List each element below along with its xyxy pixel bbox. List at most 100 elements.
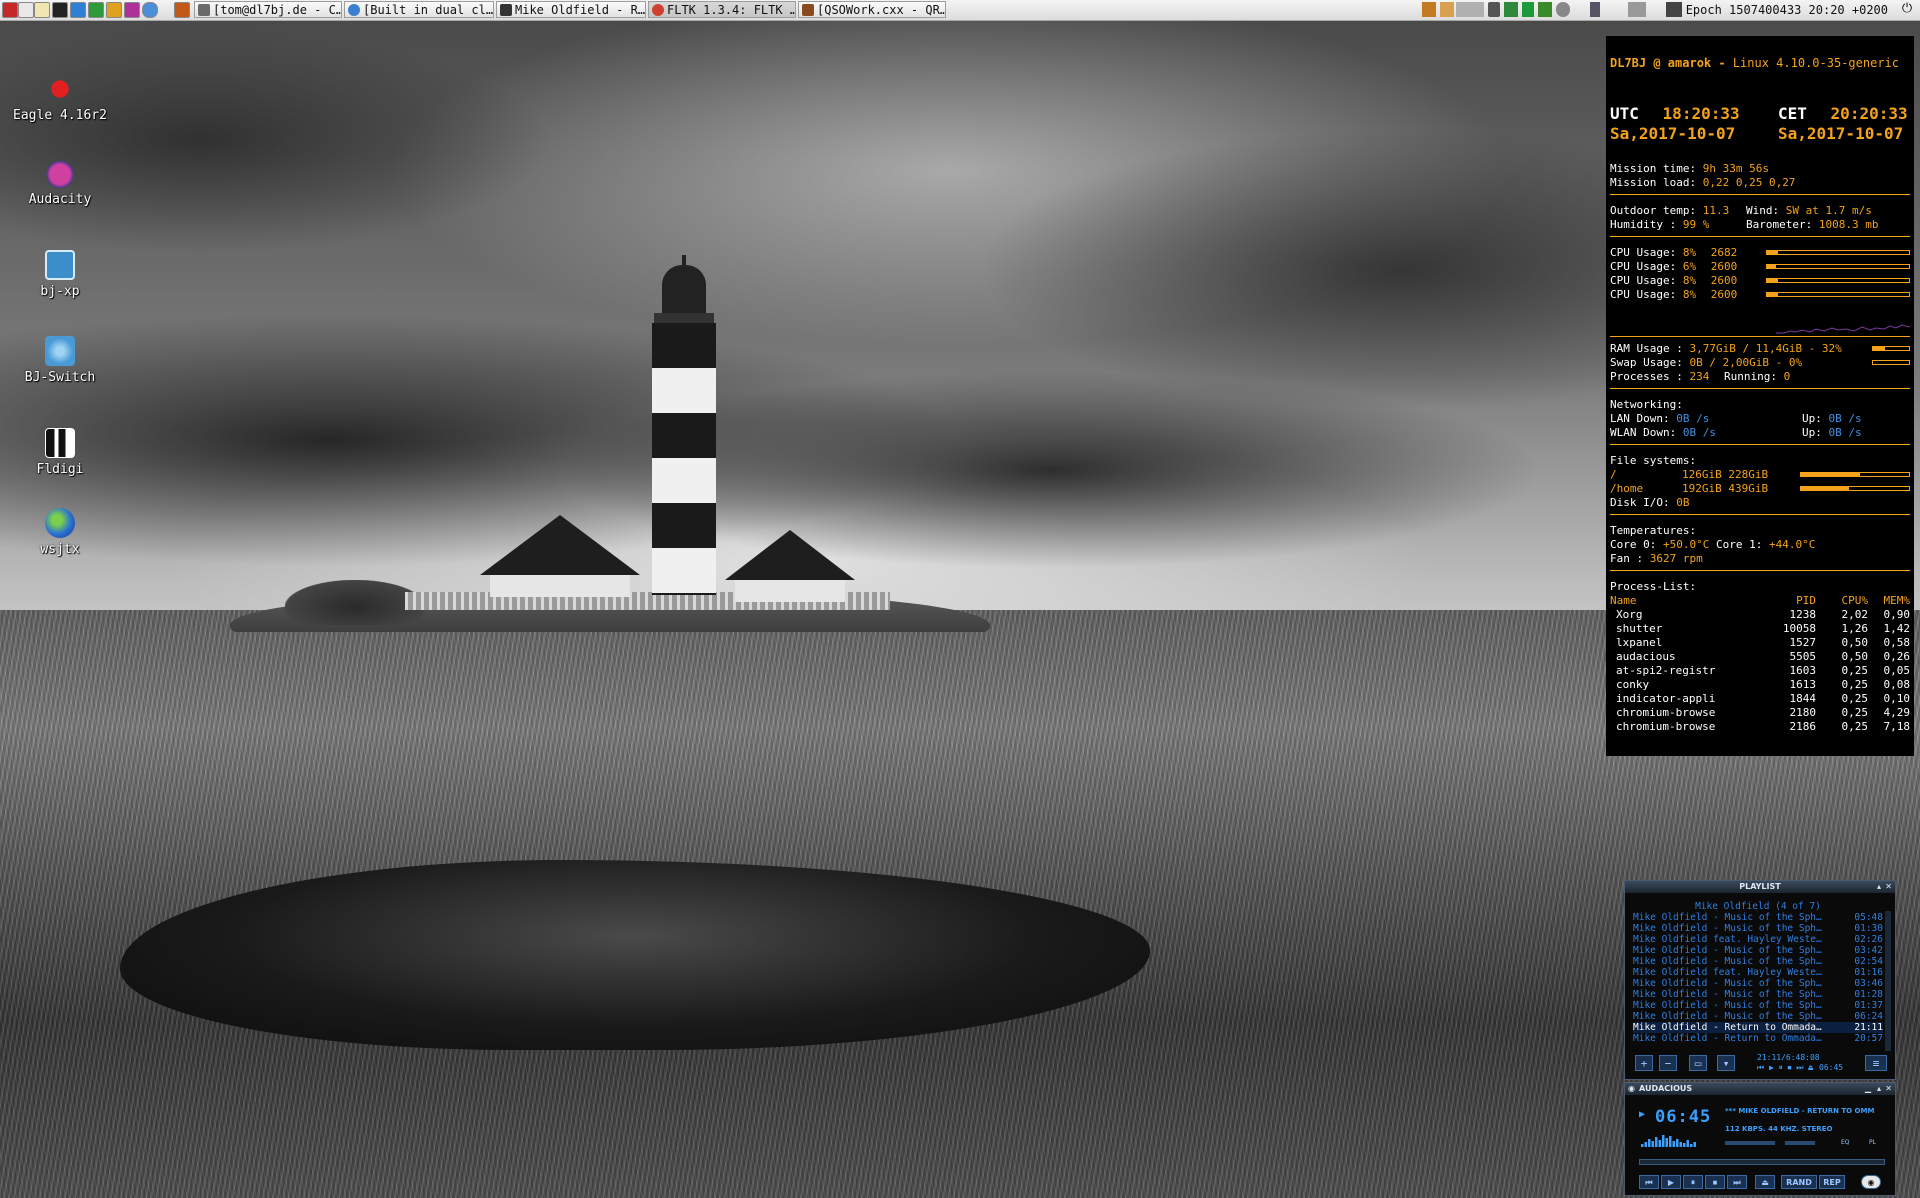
- conky-swap: 0B / 2,00GiB - 0%: [1689, 356, 1803, 369]
- playlist-item[interactable]: Mike Oldfield - Return to Ommada… 20:57: [1633, 1033, 1883, 1044]
- playlist-item[interactable]: Mike Oldfield - Music of the Sph… 05:48: [1633, 912, 1883, 923]
- playlist-titlebar[interactable]: PLAYLIST ▴ ✕: [1625, 881, 1895, 893]
- volume-slider[interactable]: [1725, 1141, 1775, 1145]
- conky-cpu-graph: [1776, 324, 1910, 334]
- misc-button[interactable]: ▾: [1717, 1055, 1735, 1071]
- audacious-logo-icon[interactable]: ◉: [1861, 1175, 1881, 1189]
- eject-button[interactable]: ⏏: [1755, 1175, 1775, 1189]
- visualizer[interactable]: [1641, 1133, 1701, 1147]
- remove-button[interactable]: −: [1659, 1055, 1677, 1071]
- shuffle-button[interactable]: RAND: [1781, 1175, 1817, 1189]
- desktop-icon-wsjtx[interactable]: wsjtx: [10, 508, 110, 557]
- proc-cell-mem: 1,42: [1883, 622, 1911, 635]
- task-mail[interactable]: [tom@dl7bj.de - C…: [194, 1, 342, 18]
- playlist-item[interactable]: Mike Oldfield - Music of the Sph… 06:24: [1633, 1011, 1883, 1022]
- eagle-icon: [45, 74, 75, 104]
- balance-slider[interactable]: [1785, 1141, 1815, 1145]
- bluetooth-icon[interactable]: [1590, 2, 1600, 17]
- app-launcher-icon[interactable]: [174, 2, 190, 18]
- network-icon[interactable]: [1504, 2, 1518, 17]
- proc-cell-pid: 2186: [1789, 720, 1817, 733]
- playlist-item[interactable]: Mike Oldfield - Music of the Sph… 01:30: [1633, 923, 1883, 934]
- power-icon[interactable]: ⏻: [1900, 2, 1914, 16]
- list-options-button[interactable]: ≡: [1865, 1055, 1887, 1071]
- volume-icon[interactable]: [1488, 2, 1500, 17]
- menu-icon[interactable]: ◉: [1628, 1083, 1635, 1095]
- task-editor[interactable]: [QSOWork.cxx - QR…: [798, 1, 946, 18]
- conky-running-label: Running:: [1723, 370, 1777, 383]
- media-icon: [500, 4, 512, 16]
- conky-mission-time: 9h 33m 56s: [1702, 162, 1769, 175]
- conky-wlan-up: 0B /s: [1828, 426, 1862, 439]
- desktop-icon-bj-switch[interactable]: BJ-Switch: [10, 336, 110, 385]
- select-button[interactable]: ▭: [1689, 1055, 1707, 1071]
- desktop-icon-bj-xp[interactable]: bj-xp: [10, 250, 110, 299]
- memory-monitor-icon[interactable]: [1440, 2, 1454, 17]
- playlist-item[interactable]: Mike Oldfield - Return to Ommada… 21:11: [1633, 1022, 1883, 1033]
- next-button[interactable]: ⏭: [1727, 1175, 1747, 1189]
- playlist-item[interactable]: Mike Oldfield feat. Hayley Weste… 02:26: [1633, 934, 1883, 945]
- text-editor-icon[interactable]: [106, 2, 122, 18]
- minimize-icon[interactable]: ▁: [1865, 1083, 1871, 1095]
- keyboard-icon[interactable]: [1628, 2, 1646, 17]
- audacity-icon: [45, 158, 75, 188]
- visualizer-bar: [1644, 1142, 1647, 1147]
- proc-cell-name: audacious: [1616, 650, 1676, 663]
- conky-lan-label: LAN Down:: [1610, 412, 1670, 425]
- desktop-icon-audacity[interactable]: Audacity: [10, 158, 110, 207]
- playlist-item[interactable]: Mike Oldfield - Music of the Sph… 01:37: [1633, 1000, 1883, 1011]
- mini-transport[interactable]: ⏮ ▶ ⏸ ⏹ ⏭ ⏏: [1757, 1063, 1813, 1073]
- notes-icon[interactable]: [34, 2, 50, 18]
- spreadsheet-icon[interactable]: [88, 2, 104, 18]
- file-manager-icon[interactable]: [18, 2, 34, 18]
- cpu-monitor-icon[interactable]: [1422, 2, 1436, 17]
- audacious-titlebar[interactable]: ◉ AUDACIOUS ▁ ▴ ✕: [1625, 1083, 1895, 1095]
- task-chromium-2[interactable]: FLTK 1.3.4: FLTK …: [648, 1, 796, 18]
- audacious-player-window[interactable]: ◉ AUDACIOUS ▁ ▴ ✕ ▶ 06:45 *** MIKE OLDFI…: [1624, 1082, 1896, 1196]
- pause-button[interactable]: ⏸: [1683, 1175, 1703, 1189]
- shade-icon[interactable]: ▴: [1877, 881, 1881, 893]
- terminal-icon[interactable]: [52, 2, 68, 18]
- playlist-item[interactable]: Mike Oldfield - Music of the Sph… 01:28: [1633, 989, 1883, 1000]
- previous-button[interactable]: ⏮: [1639, 1175, 1659, 1189]
- task-chromium-1[interactable]: [Built in dual cl…: [344, 1, 494, 18]
- playlist-item[interactable]: Mike Oldfield - Music of the Sph… 02:54: [1633, 956, 1883, 967]
- taskbar-clock[interactable]: Epoch 1507400433 20:20 +0200: [1686, 0, 1888, 20]
- conky-baro: 1008.3 mb: [1818, 218, 1879, 231]
- update-icon[interactable]: [1522, 2, 1534, 17]
- clover-icon[interactable]: [1538, 2, 1552, 17]
- workspace-switcher[interactable]: [1456, 2, 1484, 17]
- task-media[interactable]: Mike Oldfield - R…: [496, 1, 646, 18]
- status-icon[interactable]: [1556, 2, 1570, 17]
- audacious-time[interactable]: 06:45: [1655, 1107, 1711, 1127]
- pen-icon[interactable]: [1666, 2, 1682, 17]
- playlist-item[interactable]: Mike Oldfield feat. Hayley Weste… 01:16: [1633, 967, 1883, 978]
- chromium-icon[interactable]: [142, 2, 158, 18]
- add-button[interactable]: +: [1635, 1055, 1653, 1071]
- proc-cell-pid: 1527: [1789, 636, 1817, 649]
- presentation-icon[interactable]: [124, 2, 140, 18]
- play-status-icon: ▶: [1639, 1109, 1646, 1120]
- stop-button[interactable]: ⏹: [1705, 1175, 1725, 1189]
- play-button[interactable]: ▶: [1661, 1175, 1681, 1189]
- eq-toggle[interactable]: EQ: [1841, 1139, 1850, 1146]
- audacious-playlist-window[interactable]: PLAYLIST ▴ ✕ Mike Oldfield (4 of 7) Mike…: [1624, 880, 1896, 1080]
- repeat-button[interactable]: REP: [1819, 1175, 1845, 1189]
- menu-icon[interactable]: [2, 2, 18, 18]
- close-icon[interactable]: ✕: [1885, 881, 1892, 893]
- playlist-list[interactable]: Mike Oldfield (4 of 7) Mike Oldfield - M…: [1633, 901, 1883, 1051]
- seek-bar[interactable]: [1639, 1159, 1885, 1165]
- conky-cpu-label: CPU Usage:: [1610, 288, 1677, 301]
- browser-icon[interactable]: [70, 2, 86, 18]
- playlist-item[interactable]: Mike Oldfield - Music of the Sph… 03:46: [1633, 978, 1883, 989]
- shade-icon[interactable]: ▴: [1877, 1083, 1881, 1095]
- desktop-icon-eagle[interactable]: Eagle 4.16r2: [10, 74, 110, 123]
- editor-icon: [802, 4, 814, 16]
- pl-toggle[interactable]: PL: [1869, 1139, 1876, 1146]
- playlist-scrollbar[interactable]: [1885, 911, 1891, 1051]
- desktop-icon-fldigi[interactable]: Fldigi: [10, 428, 110, 477]
- playlist-item-title: Mike Oldfield feat. Hayley Weste…: [1633, 967, 1822, 978]
- conky-wind: SW at 1.7 m/s: [1785, 204, 1872, 217]
- playlist-item[interactable]: Mike Oldfield - Music of the Sph… 03:42: [1633, 945, 1883, 956]
- close-icon[interactable]: ✕: [1885, 1083, 1892, 1095]
